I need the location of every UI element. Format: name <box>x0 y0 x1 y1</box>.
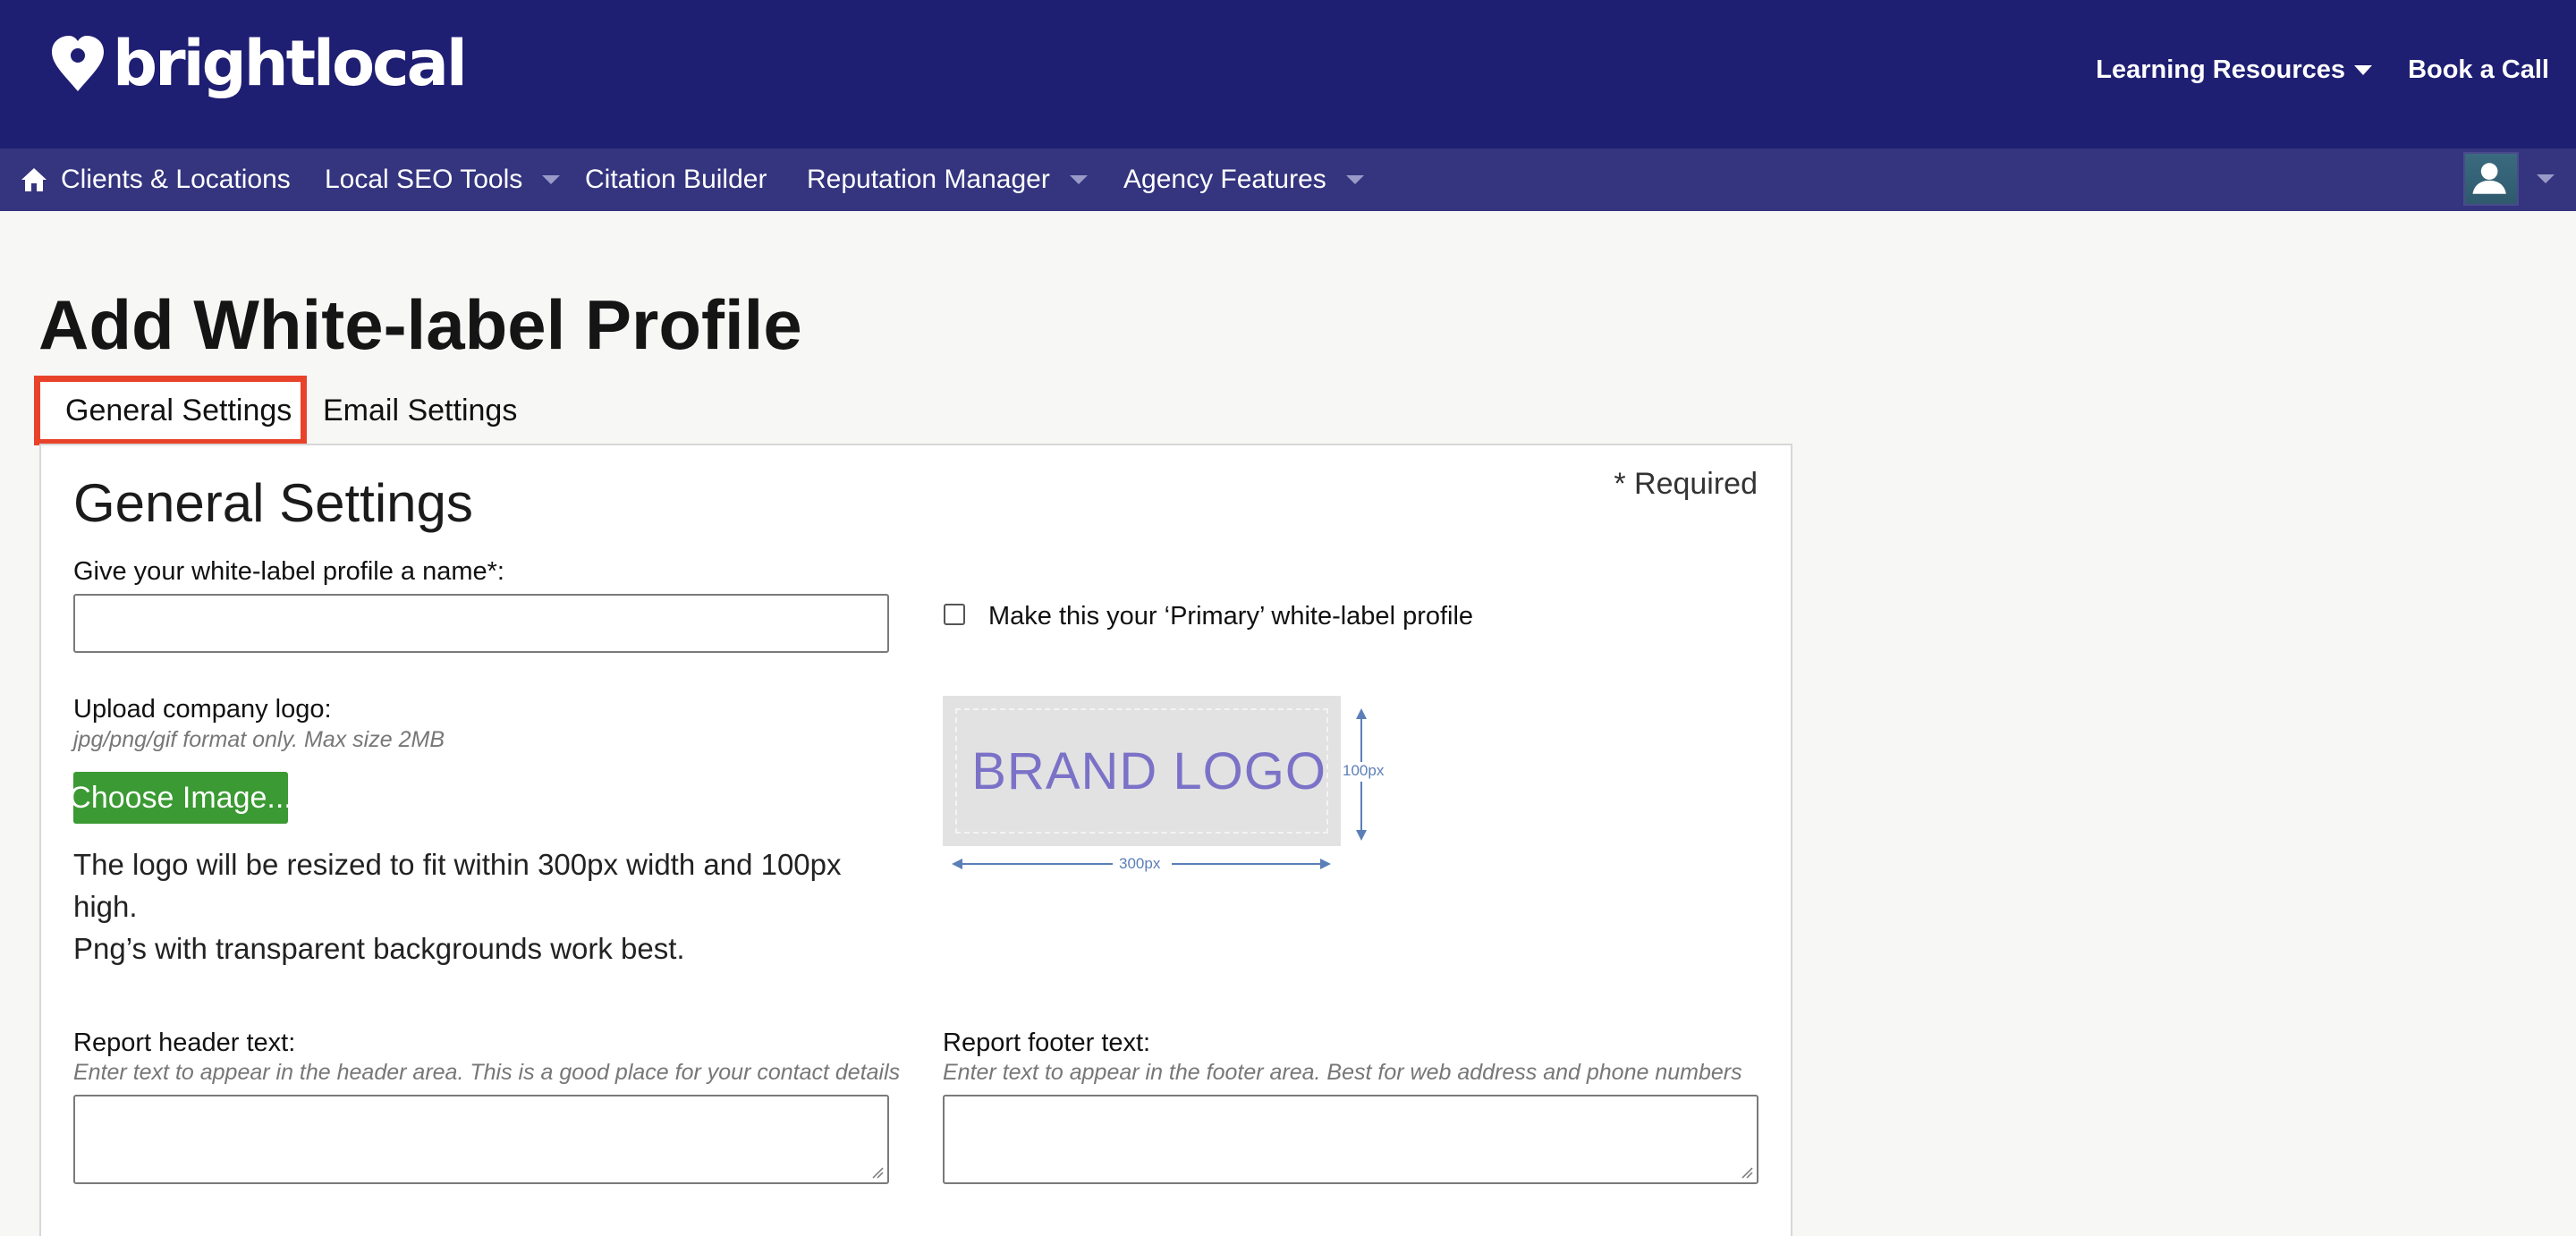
primary-profile-checkbox[interactable] <box>944 604 965 625</box>
report-footer-textarea[interactable] <box>943 1095 1758 1184</box>
nav-item-label: Local SEO Tools <box>325 165 523 194</box>
report-header-textarea[interactable] <box>73 1095 889 1184</box>
top-header: brightlocal Learning Resources Book a Ca… <box>0 0 2576 148</box>
chevron-down-icon <box>1345 175 1364 184</box>
width-dimension-label: 300px <box>1119 855 1161 872</box>
logo-upload-label: Upload company logo: <box>73 695 332 724</box>
chevron-down-icon <box>2354 65 2373 75</box>
nav-item-label: Agency Features <box>1123 165 1326 194</box>
report-header-label: Report header text: <box>73 1029 296 1057</box>
book-a-call-link[interactable]: Book a Call <box>2408 55 2549 85</box>
chevron-down-icon[interactable] <box>2537 174 2555 183</box>
tab-email-settings[interactable]: Email Settings <box>323 394 517 428</box>
page-title: Add White-label Profile <box>38 285 802 364</box>
nav-item-label: Reputation Manager <box>807 165 1050 194</box>
report-footer-label: Report footer text: <box>943 1029 1151 1057</box>
choose-image-button[interactable]: Choose Image... <box>69 772 292 824</box>
tab-label: General Settings <box>65 393 292 428</box>
tab-label: Email Settings <box>323 394 518 428</box>
nav-item-label: Clients & Locations <box>61 165 291 194</box>
user-avatar[interactable] <box>2463 152 2519 206</box>
resize-grip-icon[interactable] <box>871 1166 884 1179</box>
map-pin-heart-icon <box>52 36 104 91</box>
nav-item-label: Citation Builder <box>585 165 767 194</box>
user-avatar-icon <box>2472 163 2506 194</box>
brightlocal-logo[interactable]: brightlocal <box>48 27 468 100</box>
section-title: General Settings <box>73 473 473 533</box>
resize-grip-icon[interactable] <box>1741 1166 1753 1179</box>
book-a-call-label: Book a Call <box>2408 55 2549 84</box>
report-header-hint: Enter text to appear in the header area.… <box>73 1060 901 1085</box>
logo-dimension-arrows <box>952 708 1386 873</box>
home-icon <box>21 168 47 191</box>
main-nav: Clients & Locations Local SEO Tools Cita… <box>0 148 2576 211</box>
logo-wordmark: brightlocal <box>113 27 468 100</box>
nav-item-reputation-manager[interactable]: Reputation Manager <box>807 148 1088 211</box>
tab-general-settings[interactable]: General Settings <box>34 376 307 445</box>
profile-name-input[interactable] <box>73 594 889 653</box>
nav-item-citation-builder[interactable]: Citation Builder <box>585 148 767 211</box>
logo-resize-note: The logo will be resized to fit within 3… <box>73 843 878 969</box>
primary-profile-label[interactable]: Make this your ‘Primary’ white-label pro… <box>988 602 1473 631</box>
nav-item-clients-locations[interactable]: Clients & Locations <box>20 148 291 211</box>
chevron-down-icon <box>542 175 561 184</box>
logo-upload-hint: jpg/png/gif format only. Max size 2MB <box>73 727 445 752</box>
required-note: * Required <box>1614 467 1758 501</box>
profile-name-label: Give your white-label profile a name*: <box>73 557 504 586</box>
resize-note-line: The logo will be resized to fit within 3… <box>73 848 842 923</box>
learning-resources-label: Learning Resources <box>2096 55 2346 84</box>
report-footer-hint: Enter text to appear in the footer area.… <box>943 1060 1742 1085</box>
resize-note-line: Png’s with transparent backgrounds work … <box>73 932 685 965</box>
learning-resources-menu[interactable]: Learning Resources <box>2096 55 2373 85</box>
top-links: Learning Resources Book a Call <box>2096 55 2549 85</box>
nav-item-agency-features[interactable]: Agency Features <box>1123 148 1364 211</box>
height-dimension-label: 100px <box>1343 762 1385 779</box>
nav-item-local-seo-tools[interactable]: Local SEO Tools <box>325 148 561 211</box>
chevron-down-icon <box>1069 175 1088 184</box>
